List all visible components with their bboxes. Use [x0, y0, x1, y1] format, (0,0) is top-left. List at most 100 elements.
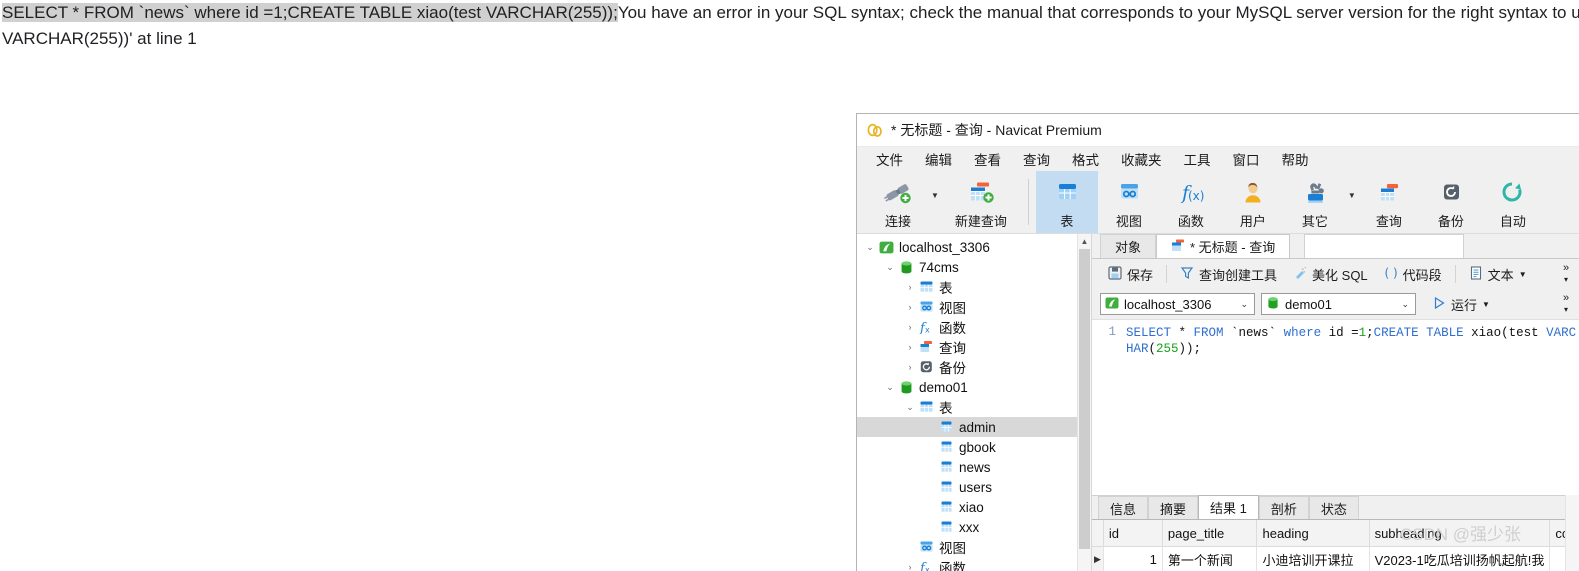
column-header-heading[interactable]: heading — [1256, 520, 1370, 547]
run-caret-icon[interactable]: ▼ — [1482, 300, 1490, 309]
text-view-button[interactable]: 文本 ▼ — [1461, 263, 1535, 286]
result-tab-profile[interactable]: 剖析 — [1258, 496, 1309, 519]
toolbar-button-backup[interactable]: 备份 — [1420, 171, 1482, 233]
toolbar-button-function[interactable]: f (x) 函数 — [1160, 171, 1222, 233]
menu-item-file[interactable]: 文件 — [865, 147, 914, 171]
tab-query-untitled[interactable]: * 无标题 - 查询 — [1156, 234, 1291, 258]
tree-node-函数[interactable]: › f x 函数 — [857, 317, 1091, 337]
chevron-right-icon[interactable]: › — [903, 282, 917, 292]
tree-node-xxx[interactable]: xxx — [857, 517, 1091, 537]
sql-editor[interactable]: 1 SELECT * FROM `news` where id =1;CREAT… — [1092, 319, 1579, 495]
scroll-up-arrow[interactable]: ▲ — [1078, 234, 1091, 248]
toolbar-button-table[interactable]: 表 — [1035, 171, 1098, 233]
chevron-right-icon[interactable]: › — [903, 342, 917, 352]
tree-node-表[interactable]: › 表 — [857, 277, 1091, 297]
tree-node-news[interactable]: news — [857, 457, 1091, 477]
menu-item-query[interactable]: 查询 — [1012, 147, 1061, 171]
beautify-sql-button[interactable]: 美化 SQL — [1285, 263, 1376, 286]
result-grid-scrollbar[interactable] — [1565, 495, 1579, 571]
column-header-id[interactable]: id — [1103, 520, 1163, 547]
database-select[interactable]: demo01 ⌄ — [1261, 293, 1416, 315]
menu-item-edit[interactable]: 编辑 — [914, 147, 963, 171]
tree-node-74cms[interactable]: ⌄ 74cms — [857, 257, 1091, 277]
cell-id[interactable]: 1 — [1103, 546, 1163, 571]
query-builder-button[interactable]: 查询创建工具 — [1172, 263, 1285, 286]
tree-node-label: 表 — [939, 401, 953, 416]
run-button[interactable]: 运行 ▼ — [1424, 293, 1498, 316]
beautify-icon — [1293, 266, 1307, 283]
toolbar-button-automation[interactable]: 自动 — [1482, 171, 1544, 233]
database-icon — [897, 380, 915, 395]
save-button[interactable]: 保存 — [1100, 263, 1161, 286]
menu-item-format[interactable]: 格式 — [1061, 147, 1110, 171]
chevron-down-icon[interactable]: ⌄ — [863, 242, 877, 253]
table-icon — [1052, 178, 1082, 208]
tree-node-gbook[interactable]: gbook — [857, 437, 1091, 457]
tree-node-函数[interactable]: › f x 函数 — [857, 557, 1091, 571]
toolbar-button-other[interactable]: 其它 — [1284, 171, 1346, 233]
menu-item-help[interactable]: 帮助 — [1271, 147, 1320, 171]
result-tab-summary[interactable]: 摘要 — [1148, 496, 1199, 519]
cell-page-title[interactable]: 第一个新闻 — [1162, 546, 1258, 571]
code-snippet-button[interactable]: ( ) 代码段 — [1376, 263, 1450, 286]
tree-node-表[interactable]: ⌄ 表 — [857, 397, 1091, 417]
tree-node-localhost_3306[interactable]: ⌄ localhost_3306 — [857, 237, 1091, 257]
tab-objects[interactable]: 对象 — [1100, 234, 1157, 258]
chevron-down-icon-db[interactable]: ⌄ — [1401, 299, 1411, 310]
connection-dropdown-caret[interactable]: ▼ — [929, 171, 941, 233]
sql-code-text[interactable]: SELECT * FROM `news` where id =1;CREATE … — [1120, 320, 1579, 495]
connection-select[interactable]: localhost_3306 ⌄ — [1100, 293, 1255, 315]
other-dropdown-caret[interactable]: ▼ — [1346, 171, 1358, 233]
cell-subheading[interactable]: V2023-1吃瓜培训扬帆起航!我 — [1369, 546, 1551, 571]
chevron-down-icon[interactable]: ⌄ — [903, 402, 917, 413]
tree-node-xiao[interactable]: xiao — [857, 497, 1091, 517]
column-header-page-title[interactable]: page_title — [1162, 520, 1258, 547]
query-toolbar-overflow-1[interactable]: » ▾ — [1553, 263, 1579, 285]
chevron-right-icon[interactable]: › — [903, 562, 917, 571]
sidebar-scrollbar[interactable]: ▲ — [1077, 234, 1091, 571]
chevron-down-icon[interactable]: ⌄ — [1240, 299, 1250, 310]
tree-node-demo01[interactable]: ⌄ demo01 — [857, 377, 1091, 397]
toolbar-button-connection[interactable]: 连接 — [867, 171, 929, 233]
current-row-indicator-icon: ▶ — [1092, 546, 1104, 571]
chevron-right-icon[interactable]: › — [903, 322, 917, 332]
tree-node-label: localhost_3306 — [899, 239, 990, 255]
cell-heading[interactable]: 小迪培训开课拉 — [1256, 546, 1370, 571]
result-tab-info[interactable]: 信息 — [1098, 496, 1149, 519]
tree-node-users[interactable]: users — [857, 477, 1091, 497]
error-line-2: VARCHAR(255))' at line 1 — [2, 29, 197, 48]
result-grid[interactable]: id page_title heading subheading cc ▶ 1 — [1092, 519, 1579, 571]
column-header-subheading[interactable]: subheading — [1369, 520, 1551, 547]
toolbar-button-view[interactable]: 视图 — [1098, 171, 1160, 233]
tree-node-视图[interactable]: 视图 — [857, 537, 1091, 557]
overflow-chevron-icon-2: » — [1562, 292, 1570, 304]
menu-item-view[interactable]: 查看 — [963, 147, 1012, 171]
result-table: id page_title heading subheading cc ▶ 1 — [1092, 520, 1579, 571]
table-row[interactable]: ▶ 1 第一个新闻 小迪培训开课拉 V2023-1吃瓜培训扬帆起航!我 — [1092, 546, 1579, 571]
text-view-caret-icon[interactable]: ▼ — [1519, 270, 1527, 279]
tree-node-备份[interactable]: › 备份 — [857, 357, 1091, 377]
tree-node-label: admin — [959, 419, 996, 435]
tree-node-查询[interactable]: › 查询 — [857, 337, 1091, 357]
result-tab-result-1[interactable]: 结果 1 — [1198, 495, 1259, 519]
menu-item-favorites[interactable]: 收藏夹 — [1110, 147, 1173, 171]
toolbar-button-user[interactable]: 用户 — [1222, 171, 1284, 233]
title-bar: * 无标题 - 查询 - Navicat Premium — [857, 114, 1579, 147]
text-view-label: 文本 — [1487, 267, 1514, 283]
connection-host-icon — [1105, 296, 1119, 313]
tree-node-label: 备份 — [939, 361, 966, 376]
result-tab-status[interactable]: 状态 — [1308, 496, 1359, 519]
menu-item-tools[interactable]: 工具 — [1173, 147, 1222, 171]
scrollbar-thumb[interactable] — [1079, 249, 1090, 549]
tree-node-视图[interactable]: › 视图 — [857, 297, 1091, 317]
query-toolbar-overflow-2[interactable]: » ▾ — [1553, 293, 1579, 315]
chevron-right-icon[interactable]: › — [903, 302, 917, 312]
chevron-down-icon[interactable]: ⌄ — [883, 382, 897, 393]
menu-item-window[interactable]: 窗口 — [1222, 147, 1271, 171]
chevron-down-icon[interactable]: ⌄ — [883, 262, 897, 273]
toolbar-button-query[interactable]: 查询 — [1358, 171, 1420, 233]
sql-token: id = — [1321, 326, 1359, 340]
chevron-right-icon[interactable]: › — [903, 362, 917, 372]
tree-node-admin[interactable]: admin — [857, 417, 1091, 437]
toolbar-button-new-query[interactable]: 新建查询 — [941, 171, 1021, 233]
